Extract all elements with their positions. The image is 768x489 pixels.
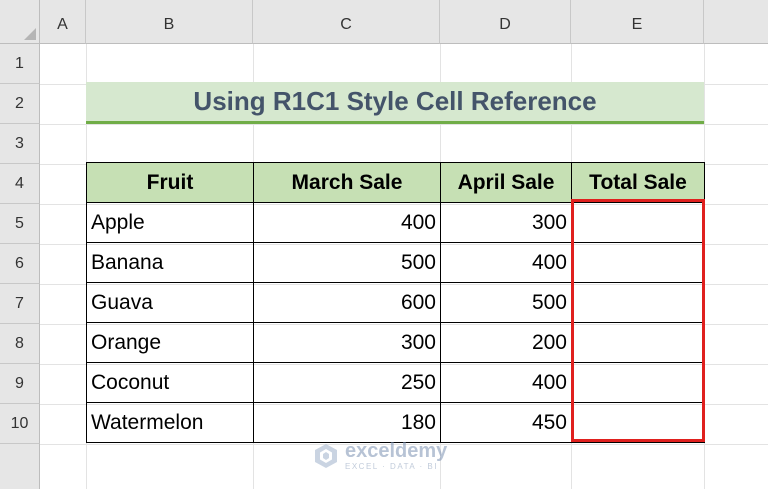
table-row: Coconut 250 400 [86,362,705,403]
cell-fruit[interactable]: Watermelon [86,402,254,443]
cell-april-sale[interactable]: 400 [440,242,572,283]
cell-total-sale[interactable] [571,322,705,363]
column-header-b[interactable]: B [86,0,253,44]
watermark-text: exceldemy EXCEL · DATA · BI [345,441,447,471]
header-cell-april-sale[interactable]: April Sale [440,162,572,203]
cell-fruit[interactable]: Orange [86,322,254,363]
row-header-7[interactable]: 7 [0,284,40,324]
row-header-9[interactable]: 9 [0,364,40,404]
cell-march-sale[interactable]: 500 [253,242,441,283]
table-row: Watermelon 180 450 [86,402,705,443]
column-header-next[interactable] [704,0,768,44]
watermark-tagline: EXCEL · DATA · BI [345,462,438,471]
cell-total-sale[interactable] [571,282,705,323]
title-underline [86,121,704,124]
cell-march-sale[interactable]: 600 [253,282,441,323]
column-header-e[interactable]: E [571,0,704,44]
column-header-d[interactable]: D [440,0,571,44]
cell-april-sale[interactable]: 200 [440,322,572,363]
exceldemy-logo-icon [315,444,337,468]
cell-fruit[interactable]: Apple [86,202,254,243]
table-row: Guava 600 500 [86,282,705,323]
cell-total-sale[interactable] [571,402,705,443]
table-row: Apple 400 300 [86,202,705,243]
cell-april-sale[interactable]: 500 [440,282,572,323]
spreadsheet-grid: A B C D E 1 2 3 4 5 6 7 8 9 10 Using R1C… [0,0,768,489]
cell-fruit[interactable]: Coconut [86,362,254,403]
row-header-empty [0,444,40,489]
row-header-5[interactable]: 5 [0,204,40,244]
cell-march-sale[interactable]: 180 [253,402,441,443]
header-cell-total-sale[interactable]: Total Sale [571,162,705,203]
cell-total-sale[interactable] [571,202,705,243]
sales-table: Fruit March Sale April Sale Total Sale A… [86,162,705,443]
row-header-6[interactable]: 6 [0,244,40,284]
table-row: Orange 300 200 [86,322,705,363]
sheet-title[interactable]: Using R1C1 Style Cell Reference [86,82,704,121]
table-row: Banana 500 400 [86,242,705,283]
table-header-row: Fruit March Sale April Sale Total Sale [86,162,705,203]
row-header-4[interactable]: 4 [0,164,40,204]
header-cell-march-sale[interactable]: March Sale [253,162,441,203]
row-header-8[interactable]: 8 [0,324,40,364]
select-all-button[interactable] [0,0,40,44]
cell-fruit[interactable]: Banana [86,242,254,283]
cell-april-sale[interactable]: 450 [440,402,572,443]
cell-fruit[interactable]: Guava [86,282,254,323]
header-cell-fruit[interactable]: Fruit [86,162,254,203]
cell-total-sale[interactable] [571,362,705,403]
row-header-1[interactable]: 1 [0,44,40,84]
select-all-triangle-icon [24,28,36,40]
cell-march-sale[interactable]: 250 [253,362,441,403]
cell-march-sale[interactable]: 300 [253,322,441,363]
column-header-a[interactable]: A [40,0,86,44]
watermark-name: exceldemy [345,440,448,462]
cell-total-sale[interactable] [571,242,705,283]
row-header-2[interactable]: 2 [0,84,40,124]
row-header-10[interactable]: 10 [0,404,40,444]
row-header-3[interactable]: 3 [0,124,40,164]
column-header-c[interactable]: C [253,0,440,44]
gridline [40,124,768,125]
cell-april-sale[interactable]: 300 [440,202,572,243]
cell-march-sale[interactable]: 400 [253,202,441,243]
cell-april-sale[interactable]: 400 [440,362,572,403]
exceldemy-watermark: exceldemy EXCEL · DATA · BI [313,441,447,471]
